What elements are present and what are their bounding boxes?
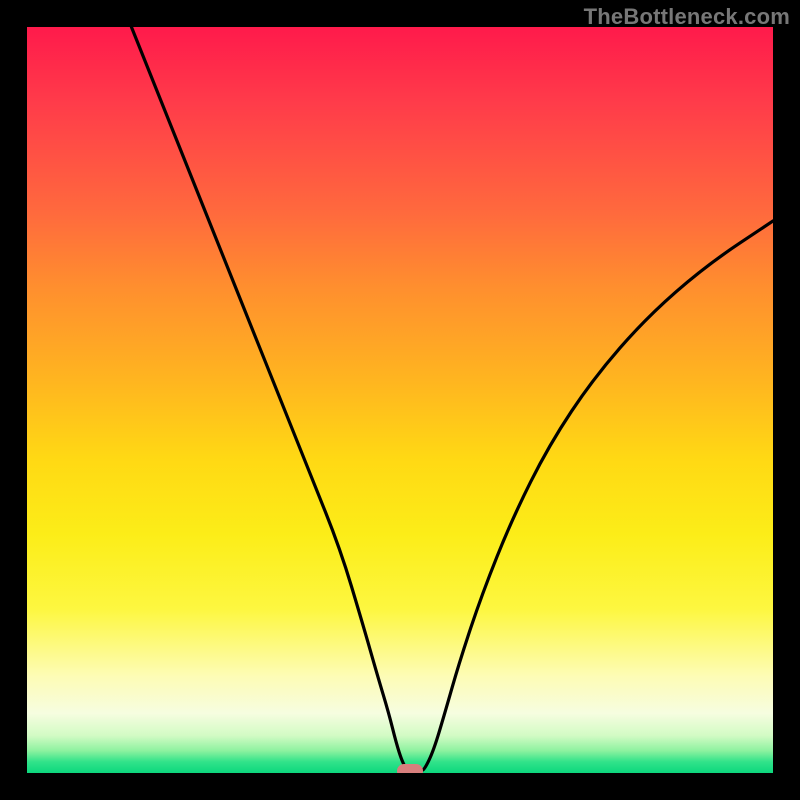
curve-svg <box>27 27 773 773</box>
plot-area <box>27 27 773 773</box>
chart-container: TheBottleneck.com <box>0 0 800 800</box>
optimal-point-marker <box>397 764 423 773</box>
bottleneck-curve-path <box>131 27 773 771</box>
